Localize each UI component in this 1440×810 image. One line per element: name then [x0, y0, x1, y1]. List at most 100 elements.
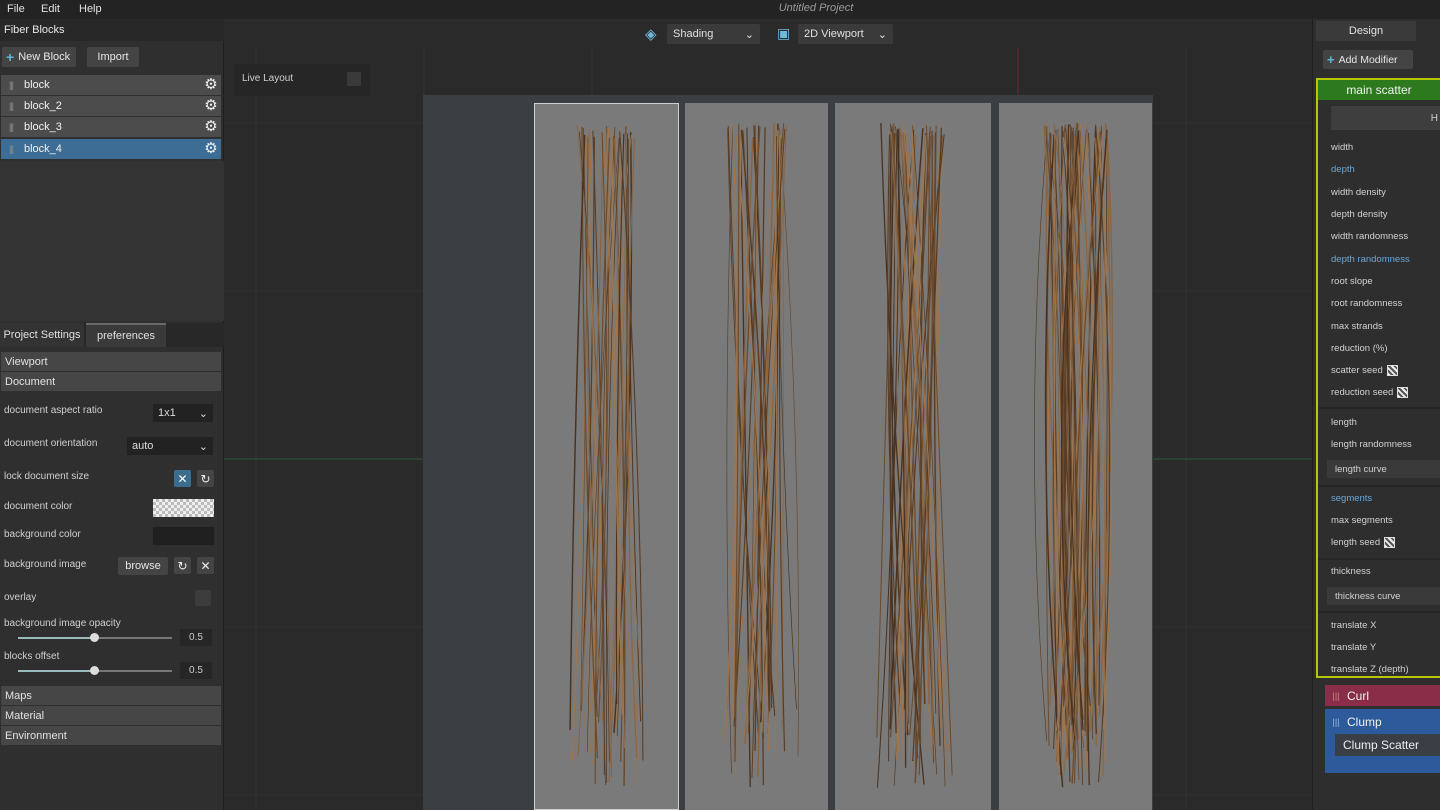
- prop-segments[interactable]: segments: [1331, 493, 1372, 504]
- modifier-button[interactable]: H: [1331, 106, 1440, 130]
- lock-checkbox[interactable]: ✕: [174, 470, 191, 487]
- fiber-block-preview[interactable]: [835, 103, 991, 810]
- shading-dropdown[interactable]: Shading ⌄: [667, 24, 760, 44]
- fiber-block-preview[interactable]: [534, 103, 679, 810]
- shading-value: Shading: [673, 28, 714, 40]
- drag-handle-icon[interactable]: |||: [1, 144, 21, 154]
- dice-icon[interactable]: [1384, 537, 1396, 548]
- prop-width-density[interactable]: width density: [1331, 187, 1386, 198]
- prop-thickness[interactable]: thickness: [1331, 566, 1371, 577]
- curl-modifier[interactable]: ||| Curl: [1325, 685, 1440, 706]
- clump-modifier[interactable]: ||| Clump: [1325, 711, 1440, 732]
- viewport-mode-dropdown[interactable]: 2D Viewport ⌄: [798, 24, 893, 44]
- prop-translate-z[interactable]: translate Z (depth): [1331, 664, 1409, 675]
- prop-translate-y[interactable]: translate Y: [1331, 642, 1376, 653]
- prop-root-randomness[interactable]: root randomness: [1331, 298, 1402, 309]
- blocks-list-area: [0, 161, 224, 321]
- offset-slider-knob[interactable]: [90, 666, 99, 675]
- drag-handle-icon[interactable]: |||: [1, 122, 21, 132]
- drag-handle-icon[interactable]: |||: [1325, 717, 1347, 727]
- prop-width[interactable]: width: [1331, 142, 1353, 153]
- dice-icon[interactable]: [1386, 365, 1398, 376]
- overlay-label: overlay: [4, 592, 37, 603]
- length-seed-label: length seed: [1331, 537, 1381, 549]
- block-row-selected[interactable]: ||| block_4 ⚙: [1, 139, 221, 159]
- prop-depth[interactable]: depth: [1331, 164, 1355, 175]
- prop-width-randomness[interactable]: width randomness: [1331, 231, 1408, 242]
- block-row[interactable]: ||| block ⚙: [1, 75, 221, 95]
- offset-value[interactable]: 0.5: [180, 662, 212, 679]
- plus-icon: +: [1327, 52, 1335, 67]
- reset-icon[interactable]: ↻: [174, 557, 191, 574]
- drag-handle-icon[interactable]: |||: [1325, 691, 1347, 701]
- hair-strand: [1034, 137, 1048, 742]
- drag-handle-icon[interactable]: |||: [1, 80, 21, 90]
- bg-image-label: background image: [4, 559, 87, 570]
- gear-icon[interactable]: ⚙: [201, 139, 221, 159]
- block-row[interactable]: ||| block_3 ⚙: [1, 117, 221, 137]
- clump-label: Clump: [1347, 714, 1382, 729]
- prop-translate-x[interactable]: translate X: [1331, 620, 1376, 631]
- aspect-ratio-label: document aspect ratio: [4, 405, 103, 416]
- chevron-down-icon: ⌄: [198, 407, 208, 420]
- aspect-ratio-dropdown[interactable]: 1x1 ⌄: [153, 404, 213, 422]
- browse-button[interactable]: browse: [118, 557, 168, 575]
- live-layout-label: Live Layout: [242, 73, 294, 84]
- prop-depth-density[interactable]: depth density: [1331, 209, 1388, 220]
- add-modifier-button[interactable]: + Add Modifier: [1323, 50, 1413, 69]
- hair-strands: [569, 124, 645, 786]
- overlay-checkbox[interactable]: [195, 590, 211, 606]
- settings-tabs: Project Settings preferences: [0, 323, 224, 347]
- live-layout-checkbox[interactable]: [347, 72, 361, 86]
- tab-design[interactable]: Design: [1316, 21, 1416, 41]
- prop-root-slope[interactable]: root slope: [1331, 276, 1373, 287]
- section-environment[interactable]: Environment: [1, 726, 221, 745]
- orientation-label: document orientation: [4, 438, 98, 449]
- menu-bar: File Edit Help Untitled Project: [0, 0, 1440, 19]
- close-icon[interactable]: ✕: [197, 557, 214, 574]
- import-button[interactable]: Import: [87, 47, 139, 67]
- prop-max-segments[interactable]: max segments: [1331, 515, 1393, 526]
- chevron-down-icon: ⌄: [877, 28, 887, 41]
- opacity-value[interactable]: 0.5: [180, 629, 212, 646]
- section-document[interactable]: Document: [1, 372, 221, 391]
- menu-edit[interactable]: Edit: [41, 3, 60, 15]
- tab-preferences[interactable]: preferences: [86, 323, 166, 347]
- menu-file[interactable]: File: [7, 3, 25, 15]
- tab-project-settings[interactable]: Project Settings: [0, 323, 84, 347]
- fiber-block-preview[interactable]: [685, 103, 828, 810]
- add-modifier-label: Add Modifier: [1338, 53, 1398, 66]
- section-viewport[interactable]: Viewport: [1, 352, 221, 371]
- prop-length-randomness[interactable]: length randomness: [1331, 439, 1412, 450]
- block-name: block_3: [24, 121, 62, 133]
- length-curve-button[interactable]: length curve: [1327, 460, 1440, 478]
- new-block-button[interactable]: + New Block: [2, 47, 76, 67]
- prop-length[interactable]: length: [1331, 417, 1357, 428]
- prop-max-strands[interactable]: max strands: [1331, 321, 1383, 332]
- orientation-dropdown[interactable]: auto ⌄: [127, 437, 213, 455]
- thickness-curve-button[interactable]: thickness curve: [1327, 587, 1440, 605]
- clump-scatter-button[interactable]: Clump Scatter: [1335, 734, 1440, 756]
- prop-reduction-seed[interactable]: reduction seed: [1331, 387, 1409, 398]
- section-material[interactable]: Material: [1, 706, 221, 725]
- prop-depth-randomness[interactable]: depth randomness: [1331, 254, 1410, 265]
- gear-icon[interactable]: ⚙: [201, 96, 221, 116]
- background-color-swatch[interactable]: [153, 527, 214, 545]
- drag-handle-icon[interactable]: |||: [1, 101, 21, 111]
- opacity-slider-knob[interactable]: [90, 633, 99, 642]
- gear-icon[interactable]: ⚙: [201, 117, 221, 137]
- reset-icon[interactable]: ↻: [197, 470, 214, 487]
- viewport-toolbar: [224, 19, 1312, 48]
- main-scatter-header[interactable]: main scatter: [1318, 80, 1440, 100]
- dice-icon[interactable]: [1397, 387, 1409, 398]
- prop-reduction[interactable]: reduction (%): [1331, 343, 1388, 354]
- chevron-down-icon: ⌄: [744, 28, 754, 41]
- prop-length-seed[interactable]: length seed: [1331, 537, 1396, 549]
- fiber-block-preview[interactable]: [999, 103, 1152, 810]
- block-row[interactable]: ||| block_2 ⚙: [1, 96, 221, 116]
- gear-icon[interactable]: ⚙: [201, 75, 221, 95]
- prop-scatter-seed[interactable]: scatter seed: [1331, 365, 1398, 376]
- document-color-swatch[interactable]: [153, 499, 214, 517]
- plus-icon: +: [6, 49, 15, 65]
- section-maps[interactable]: Maps: [1, 686, 221, 705]
